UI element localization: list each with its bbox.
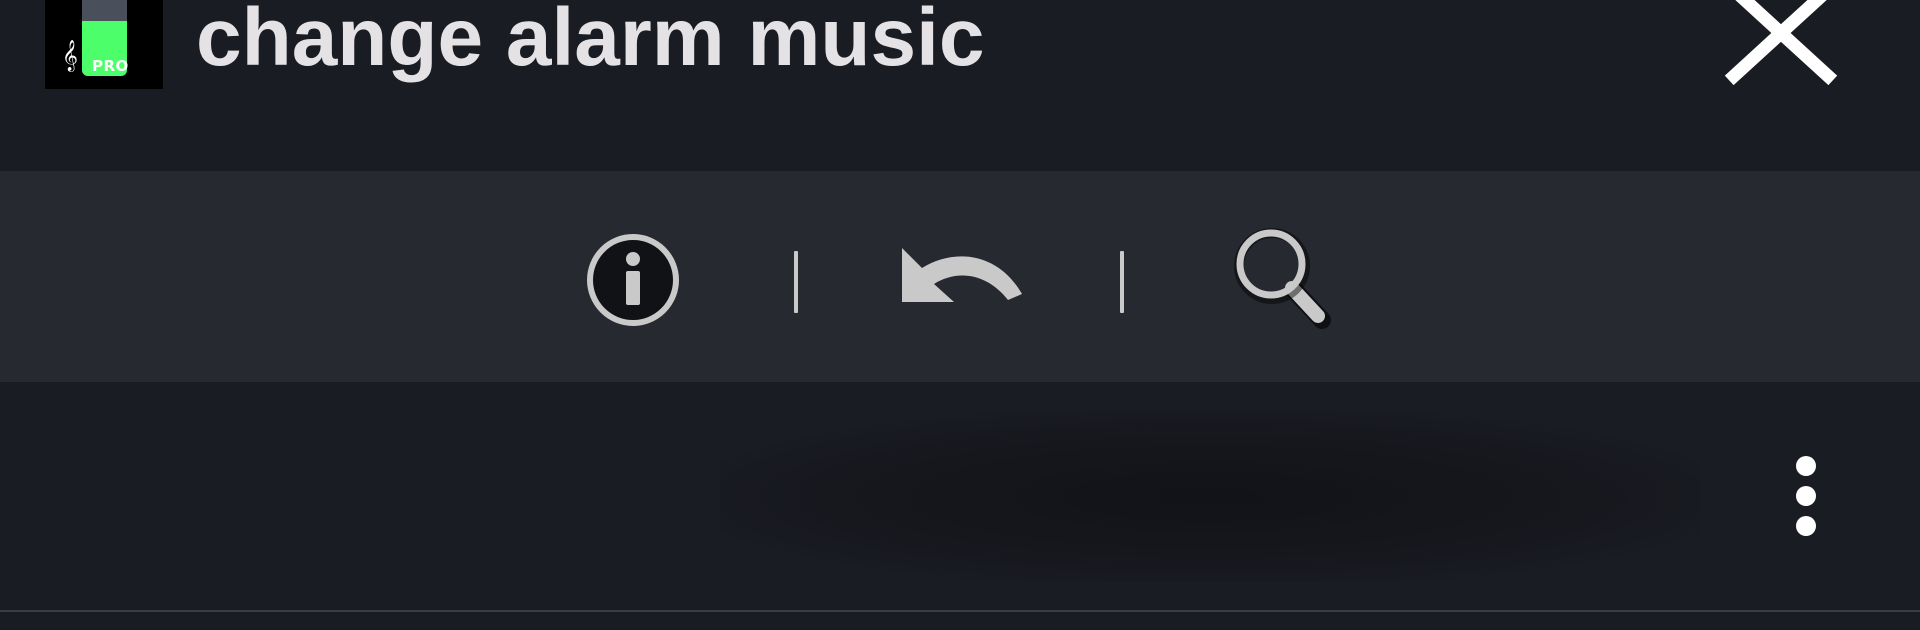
pro-badge: PRO xyxy=(92,57,129,75)
info-button[interactable] xyxy=(580,226,690,336)
faded-item-shadow xyxy=(720,412,1700,582)
treble-clef-icon: 𝄞 xyxy=(62,40,78,71)
more-options-button[interactable] xyxy=(1778,446,1834,546)
bottom-strip xyxy=(0,612,1920,630)
info-icon xyxy=(587,234,679,326)
toolbar xyxy=(0,171,1920,382)
page-title: change alarm music xyxy=(196,0,985,83)
title-bar: 𝄞 PRO change alarm music xyxy=(0,0,1920,171)
toolbar-separator xyxy=(1120,251,1124,313)
toolbar-separator xyxy=(794,251,798,313)
list-item[interactable] xyxy=(0,382,1920,610)
more-vertical-icon xyxy=(1796,516,1816,536)
more-vertical-icon xyxy=(1796,456,1816,476)
search-button[interactable] xyxy=(1230,226,1340,336)
more-vertical-icon xyxy=(1796,486,1816,506)
close-icon xyxy=(1724,0,1838,86)
app-icon: 𝄞 PRO xyxy=(45,0,163,89)
undo-icon xyxy=(902,248,1022,302)
search-icon xyxy=(1234,228,1331,329)
app-screen: 𝄞 PRO change alarm music xyxy=(0,0,1920,630)
undo-button[interactable] xyxy=(890,226,1030,336)
close-button[interactable] xyxy=(1720,0,1840,90)
